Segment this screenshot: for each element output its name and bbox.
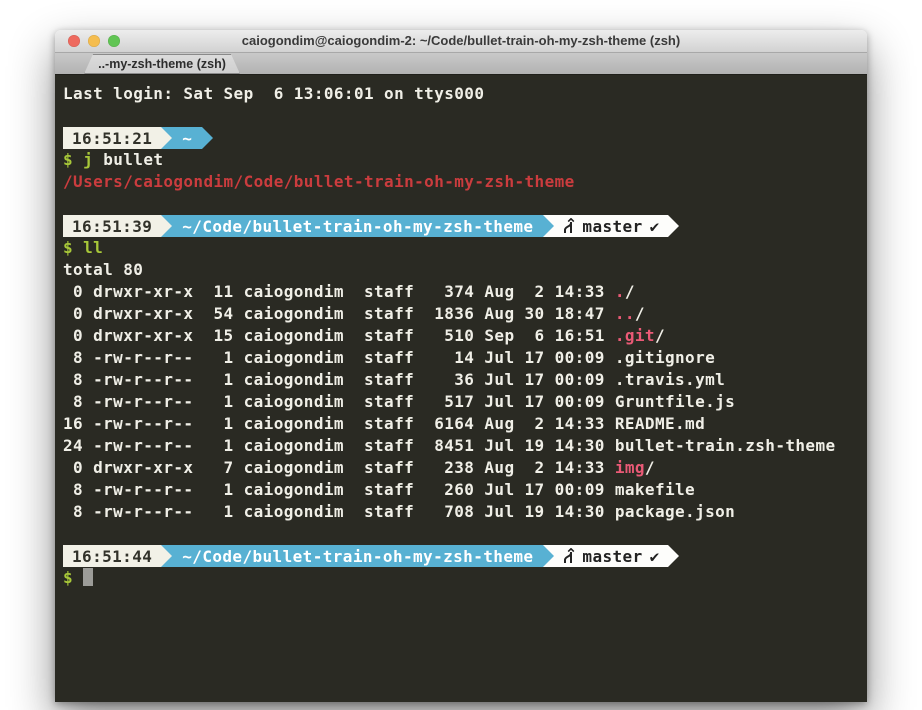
text-cursor <box>83 568 93 586</box>
prompt-char: $ <box>63 238 73 257</box>
close-button[interactable] <box>68 35 80 47</box>
powerline-arrow-icon <box>161 127 172 149</box>
git-branch-icon <box>562 218 575 234</box>
traffic-lights <box>68 35 120 47</box>
prompt-line: 16:51:44 ~/Code/bullet-train-oh-my-zsh-t… <box>63 545 867 567</box>
blank-line <box>63 105 867 127</box>
git-branch-name: master <box>582 547 642 566</box>
listing-total: total 80 <box>63 259 867 281</box>
window-title: caiogondim@caiogondim-2: ~/Code/bullet-t… <box>55 30 867 52</box>
prompt-time-segment: 16:51:39 <box>63 215 161 237</box>
tab-bar: ..-my-zsh-theme (zsh) <box>55 53 867 75</box>
prompt-time-segment: 16:51:44 <box>63 545 161 567</box>
command-argument: bullet <box>103 150 163 169</box>
powerline-arrow-icon <box>161 545 172 567</box>
listing-row: 8 -rw-r--r-- 1 caiogondim staff 260 Jul … <box>63 479 867 501</box>
git-clean-check-icon: ✔ <box>650 547 660 566</box>
prompt-line: 16:51:21 ~ <box>63 127 867 149</box>
tab-active[interactable]: ..-my-zsh-theme (zsh) <box>84 54 240 74</box>
command-line: $ ll <box>63 237 867 259</box>
powerline-arrow-icon <box>668 545 679 567</box>
prompt-line: 16:51:39 ~/Code/bullet-train-oh-my-zsh-t… <box>63 215 867 237</box>
command-text: j <box>83 150 93 169</box>
window-titlebar[interactable]: caiogondim@caiogondim-2: ~/Code/bullet-t… <box>55 30 867 53</box>
listing-row: 8 -rw-r--r-- 1 caiogondim staff 14 Jul 1… <box>63 347 867 369</box>
listing-row: 0 drwxr-xr-x 15 caiogondim staff 510 Sep… <box>63 325 867 347</box>
prompt-git-segment: master ✔ <box>554 215 667 237</box>
git-clean-check-icon: ✔ <box>650 217 660 236</box>
output-line: /Users/caiogondim/Code/bullet-train-oh-m… <box>63 171 867 193</box>
listing-row: 8 -rw-r--r-- 1 caiogondim staff 36 Jul 1… <box>63 369 867 391</box>
terminal-window: caiogondim@caiogondim-2: ~/Code/bullet-t… <box>55 30 867 702</box>
zoom-button[interactable] <box>108 35 120 47</box>
listing-row: 0 drwxr-xr-x 54 caiogondim staff 1836 Au… <box>63 303 867 325</box>
listing-row: 8 -rw-r--r-- 1 caiogondim staff 708 Jul … <box>63 501 867 523</box>
tab-label: ..-my-zsh-theme (zsh) <box>98 57 226 71</box>
listing-row: 8 -rw-r--r-- 1 caiogondim staff 517 Jul … <box>63 391 867 413</box>
prompt-time-segment: 16:51:21 <box>63 127 161 149</box>
powerline-arrow-icon <box>668 215 679 237</box>
prompt-path-segment: ~/Code/bullet-train-oh-my-zsh-theme <box>172 545 543 567</box>
listing-row: 0 drwxr-xr-x 7 caiogondim staff 238 Aug … <box>63 457 867 479</box>
blank-line <box>63 193 867 215</box>
powerline-arrow-icon <box>543 545 554 567</box>
terminal-content[interactable]: Last login: Sat Sep 6 13:06:01 on ttys00… <box>55 75 867 702</box>
prompt-char: $ <box>63 150 73 169</box>
prompt-git-segment: master ✔ <box>554 545 667 567</box>
powerline-arrow-icon <box>543 215 554 237</box>
blank-line <box>63 523 867 545</box>
last-login-line: Last login: Sat Sep 6 13:06:01 on ttys00… <box>63 83 867 105</box>
listing-row: 0 drwxr-xr-x 11 caiogondim staff 374 Aug… <box>63 281 867 303</box>
minimize-button[interactable] <box>88 35 100 47</box>
git-branch-name: master <box>582 217 642 236</box>
listing-row: 16 -rw-r--r-- 1 caiogondim staff 6164 Au… <box>63 413 867 435</box>
prompt-path-segment: ~/Code/bullet-train-oh-my-zsh-theme <box>172 215 543 237</box>
prompt-path-segment: ~ <box>172 127 202 149</box>
git-branch-icon <box>562 548 575 564</box>
powerline-arrow-icon <box>161 215 172 237</box>
command-line: $ j bullet <box>63 149 867 171</box>
command-text: ll <box>83 238 103 257</box>
prompt-char: $ <box>63 568 73 587</box>
listing-row: 24 -rw-r--r-- 1 caiogondim staff 8451 Ju… <box>63 435 867 457</box>
input-line[interactable]: $ <box>63 567 867 589</box>
powerline-arrow-icon <box>202 127 213 149</box>
